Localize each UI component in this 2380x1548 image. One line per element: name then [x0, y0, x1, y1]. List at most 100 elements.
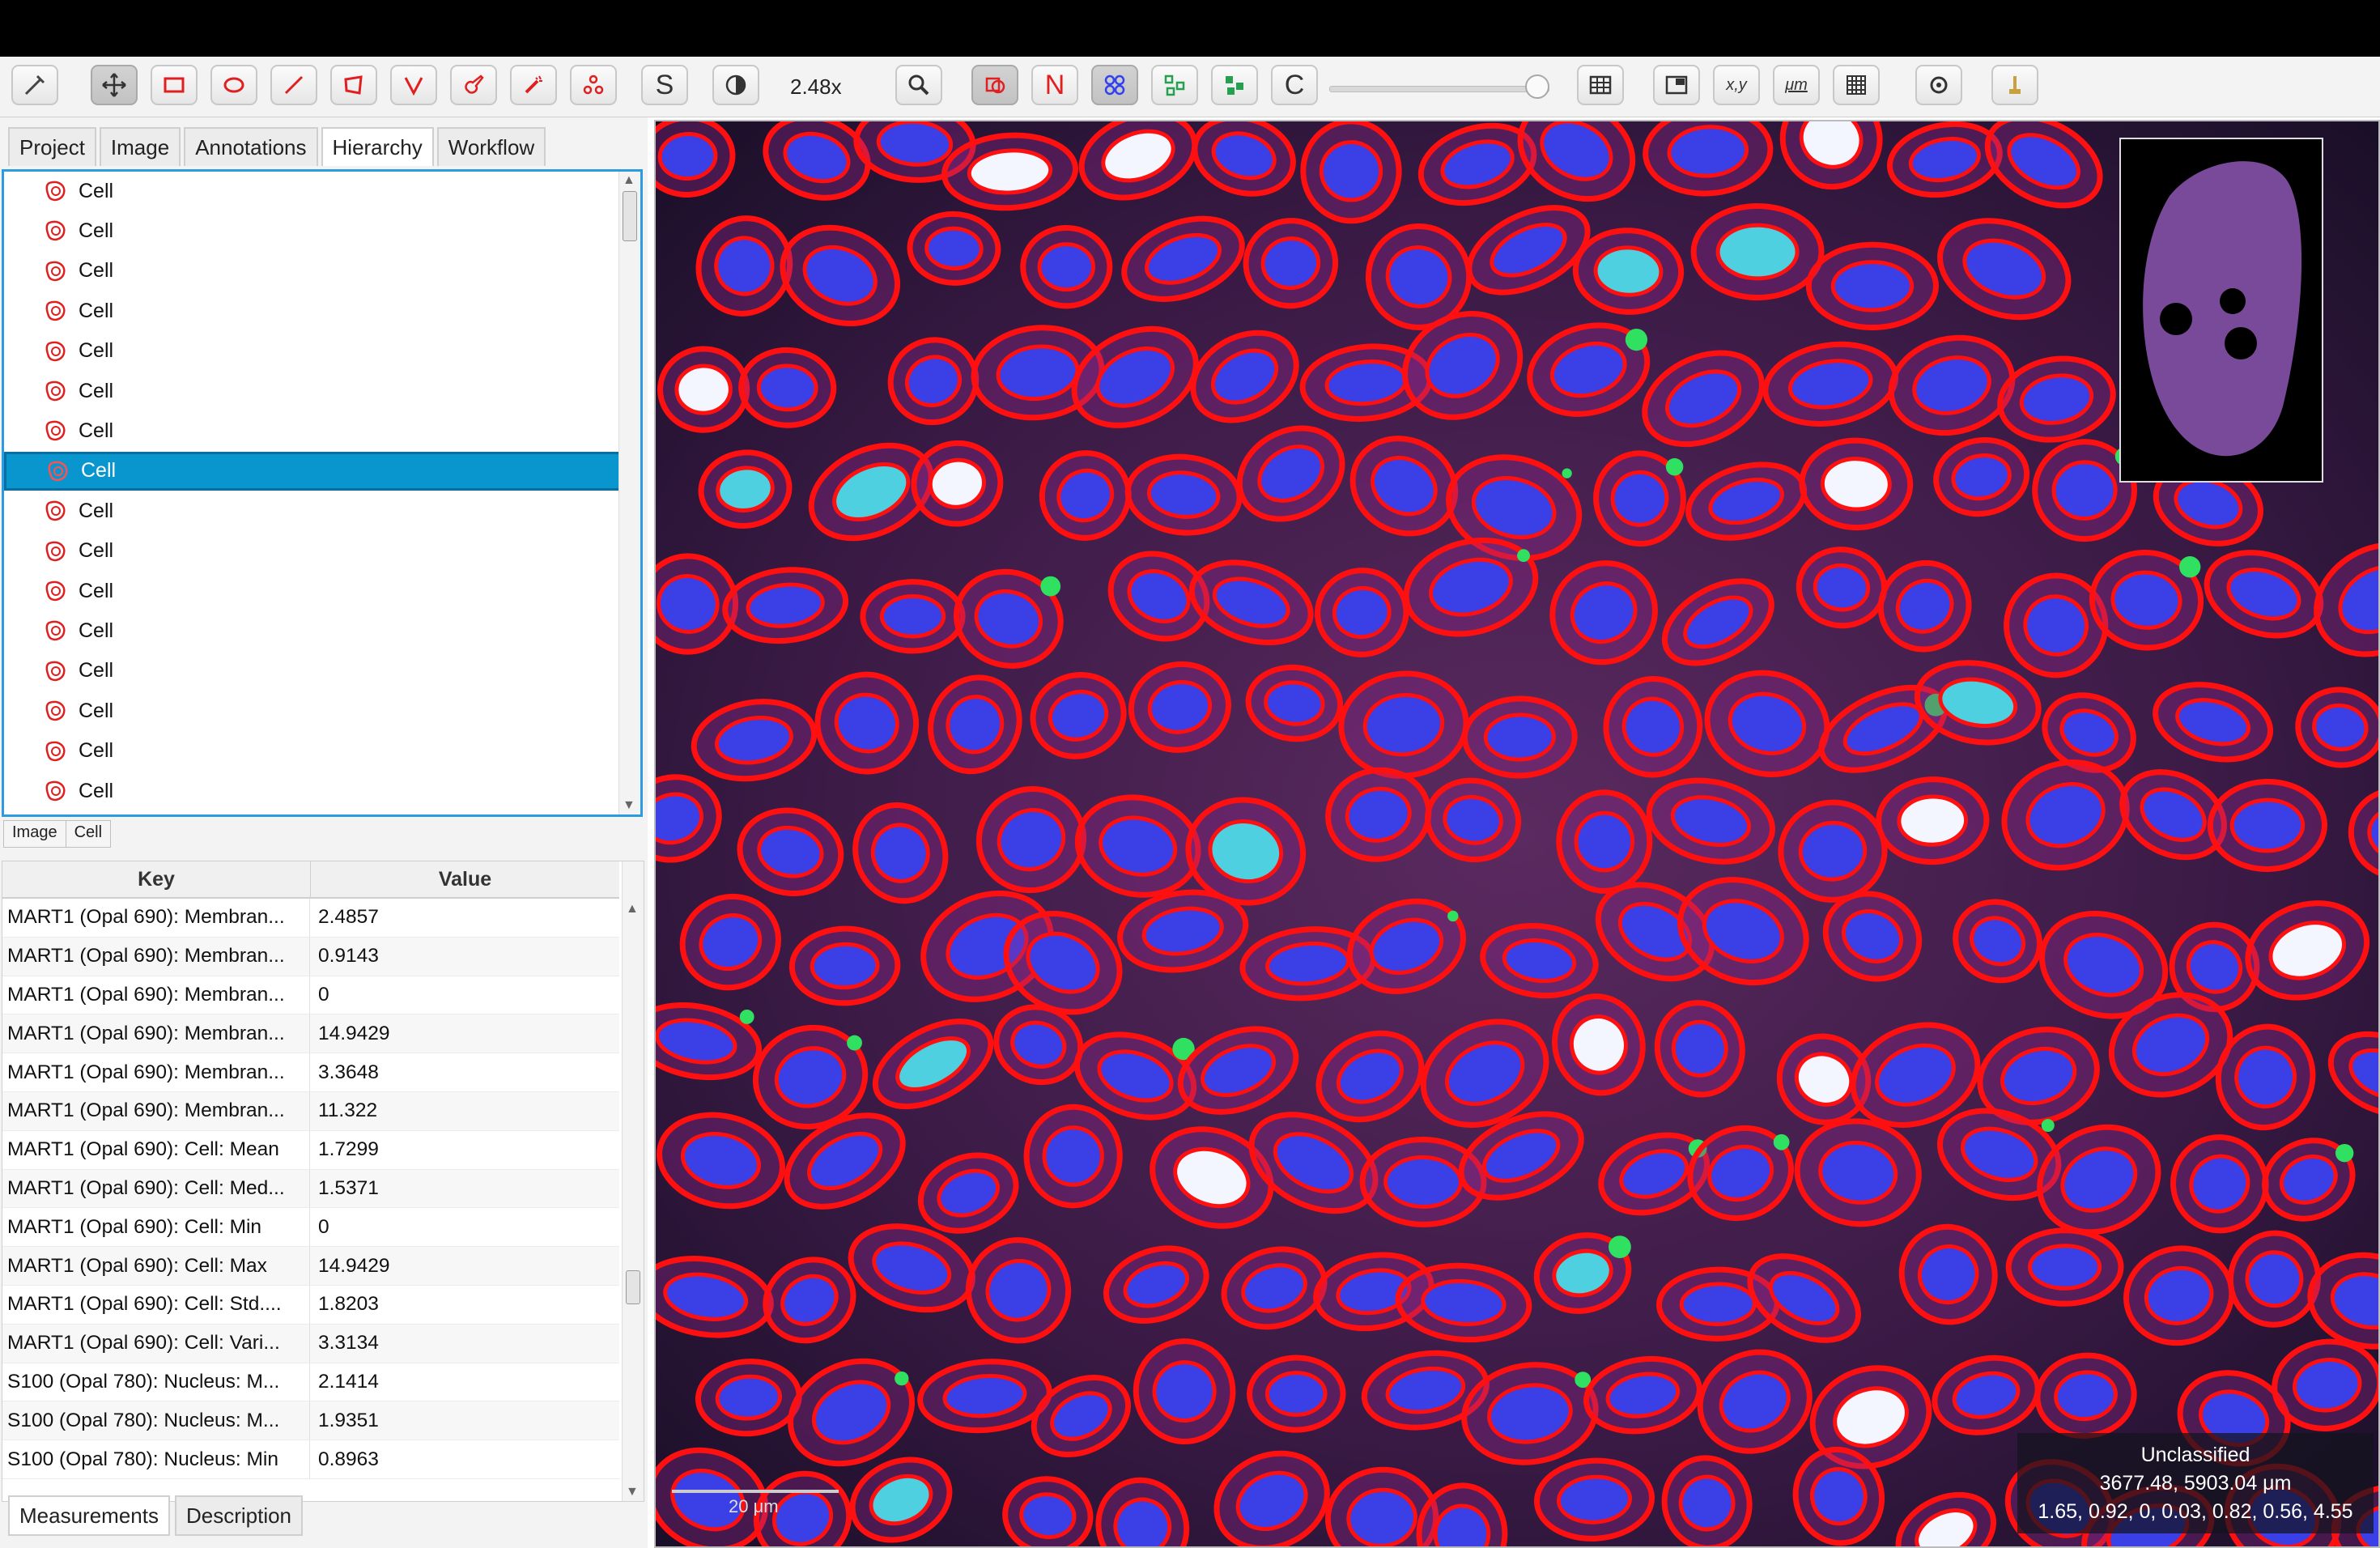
- opacity-slider-knob[interactable]: [1525, 74, 1549, 99]
- table-scroll-down-icon[interactable]: ▼: [626, 1485, 639, 1499]
- line-icon[interactable]: [270, 65, 317, 105]
- nucleus-outline: [924, 226, 984, 271]
- tree-item-label: Cell: [79, 579, 114, 602]
- nucleus-outline: [1483, 712, 1556, 762]
- points-icon[interactable]: [570, 65, 617, 105]
- detections-icon[interactable]: [1211, 65, 1258, 105]
- table-row[interactable]: S100 (Opal 780): Nucleus: M... 2.1414: [2, 1363, 619, 1402]
- nucleus-outline: [879, 594, 946, 639]
- view-table-icon[interactable]: [1577, 65, 1624, 105]
- tab-annotations[interactable]: Annotations: [184, 127, 318, 166]
- tab-project[interactable]: Project: [8, 127, 96, 166]
- brush-icon[interactable]: [450, 65, 497, 105]
- opacity-slider[interactable]: [1329, 86, 1549, 92]
- table-scroll-thumb[interactable]: [626, 1270, 640, 1304]
- table-row[interactable]: MART1 (Opal 690): Membran... 2.4857: [2, 899, 619, 938]
- rectangle-icon[interactable]: [151, 65, 198, 105]
- polyline-icon[interactable]: [390, 65, 437, 105]
- tree-item-cell[interactable]: Cell: [4, 451, 621, 491]
- breadcrumb-image[interactable]: Image: [3, 820, 66, 848]
- tree-item-cell[interactable]: Cell: [4, 372, 621, 410]
- green-signal: [847, 1035, 862, 1051]
- table-row[interactable]: MART1 (Opal 690): Cell: Min 0: [2, 1208, 619, 1248]
- overview-thumbnail[interactable]: [2119, 138, 2323, 483]
- show-tma-grid-icon[interactable]: [1151, 65, 1198, 105]
- green-signal: [1447, 910, 1459, 922]
- table-row[interactable]: MART1 (Opal 690): Membran... 3.3648: [2, 1053, 619, 1092]
- left-panel: Project Image Annotations Hierarchy Work…: [0, 117, 648, 1548]
- image-viewer[interactable]: 20 μm Unclassified 3677.48, 5903.04 μm 1…: [654, 120, 2380, 1548]
- fill-detections-icon[interactable]: [1091, 65, 1138, 105]
- tab-workflow[interactable]: Workflow: [436, 127, 546, 166]
- table-row[interactable]: MART1 (Opal 690): Cell: Med... 1.5371: [2, 1169, 619, 1209]
- table-row[interactable]: S100 (Opal 780): Nucleus: M... 1.9351: [2, 1401, 619, 1441]
- row-value: 0: [318, 983, 329, 1006]
- green-signal: [1040, 576, 1061, 597]
- zoom-to-fit-icon[interactable]: [895, 65, 942, 105]
- table-row[interactable]: MART1 (Opal 690): Membran... 0: [2, 976, 619, 1015]
- polygon-icon[interactable]: [330, 65, 377, 105]
- column-value[interactable]: Value: [311, 861, 619, 897]
- tree-item-cell[interactable]: Cell: [4, 172, 621, 211]
- table-row[interactable]: MART1 (Opal 690): Cell: Max 14.9429: [2, 1247, 619, 1286]
- overview-hole: [2225, 327, 2257, 359]
- row-value: 14.9429: [318, 1254, 390, 1277]
- move-icon[interactable]: [11, 65, 58, 105]
- hierarchy-tree[interactable]: Cell Cell Cell Cell Cell Cell Cell Cell Cell Cell…: [2, 169, 643, 817]
- tree-item-cell[interactable]: Cell: [4, 572, 621, 610]
- table-row[interactable]: MART1 (Opal 690): Membran... 0.9143: [2, 937, 619, 976]
- table-row[interactable]: MART1 (Opal 690): Cell: Vari... 3.3134: [2, 1324, 619, 1363]
- nucleus-outline: [1037, 242, 1095, 292]
- scalebar-toggle-button[interactable]: μm: [1773, 65, 1820, 105]
- wand-icon[interactable]: [510, 65, 557, 105]
- table-row[interactable]: MART1 (Opal 690): Membran... 14.9429: [2, 1014, 619, 1054]
- tree-item-cell[interactable]: Cell: [4, 491, 621, 530]
- table-row[interactable]: MART1 (Opal 690): Cell: Std.... 1.8203: [2, 1285, 619, 1325]
- tree-scrollbar[interactable]: ▲ ▼: [618, 172, 640, 814]
- tree-item-label: Cell: [79, 299, 114, 322]
- table-scrollbar[interactable]: ▲ ▼: [622, 861, 644, 1501]
- tab-image[interactable]: Image: [99, 127, 181, 166]
- tree-item-cell[interactable]: Cell: [4, 611, 621, 650]
- settings-icon[interactable]: [1915, 65, 1962, 105]
- pan-icon[interactable]: [91, 65, 138, 105]
- tree-item-cell[interactable]: Cell: [4, 532, 621, 571]
- tree-item-cell[interactable]: Cell: [4, 332, 621, 371]
- tree-item-cell[interactable]: Cell: [4, 772, 621, 810]
- tree-item-cell[interactable]: Cell: [4, 291, 621, 330]
- tab-hierarchy[interactable]: Hierarchy: [321, 127, 434, 166]
- table-row[interactable]: MART1 (Opal 690): Cell: Mean 1.7299: [2, 1130, 619, 1170]
- pipette-icon[interactable]: [1991, 65, 2038, 105]
- tab-measurements[interactable]: Measurements: [8, 1495, 170, 1536]
- selection-mode-button[interactable]: S: [641, 65, 688, 105]
- row-key: MART1 (Opal 690): Membran...: [2, 1053, 310, 1091]
- grid-icon[interactable]: [1833, 65, 1880, 105]
- tree-scroll-thumb[interactable]: [623, 191, 637, 241]
- column-key[interactable]: Key: [2, 861, 311, 897]
- scroll-up-icon[interactable]: ▲: [623, 173, 635, 188]
- tree-item-label: Cell: [79, 259, 114, 283]
- table-row[interactable]: S100 (Opal 780): Nucleus: Min 0.8963: [2, 1440, 619, 1479]
- cell-icon: [45, 541, 66, 561]
- tree-item-cell[interactable]: Cell: [4, 211, 621, 250]
- show-names-button[interactable]: N: [1031, 65, 1078, 105]
- show-annotations-icon[interactable]: [971, 65, 1018, 105]
- scroll-down-icon[interactable]: ▼: [623, 798, 635, 813]
- breadcrumb-cell[interactable]: Cell: [65, 820, 112, 848]
- channel-button[interactable]: C: [1271, 65, 1318, 105]
- row-key: S100 (Opal 780): Nucleus: M...: [2, 1363, 310, 1401]
- cell-icon: [45, 741, 66, 761]
- tree-item-cell[interactable]: Cell: [4, 652, 621, 691]
- cursor-location-button[interactable]: x,y: [1713, 65, 1760, 105]
- tree-item-cell[interactable]: Cell: [4, 691, 621, 730]
- overview-icon[interactable]: [1653, 65, 1700, 105]
- tab-description[interactable]: Description: [174, 1495, 304, 1536]
- ellipse-icon[interactable]: [210, 65, 257, 105]
- brightness-contrast-icon[interactable]: [712, 65, 759, 105]
- tree-item-cell[interactable]: Cell: [4, 411, 621, 450]
- table-scroll-up-icon[interactable]: ▲: [626, 902, 639, 916]
- tree-item-cell[interactable]: Cell: [4, 252, 621, 291]
- table-row[interactable]: MART1 (Opal 690): Membran... 11.322: [2, 1091, 619, 1131]
- tree-item-cell[interactable]: Cell: [4, 732, 621, 771]
- row-value: 2.4857: [318, 906, 379, 929]
